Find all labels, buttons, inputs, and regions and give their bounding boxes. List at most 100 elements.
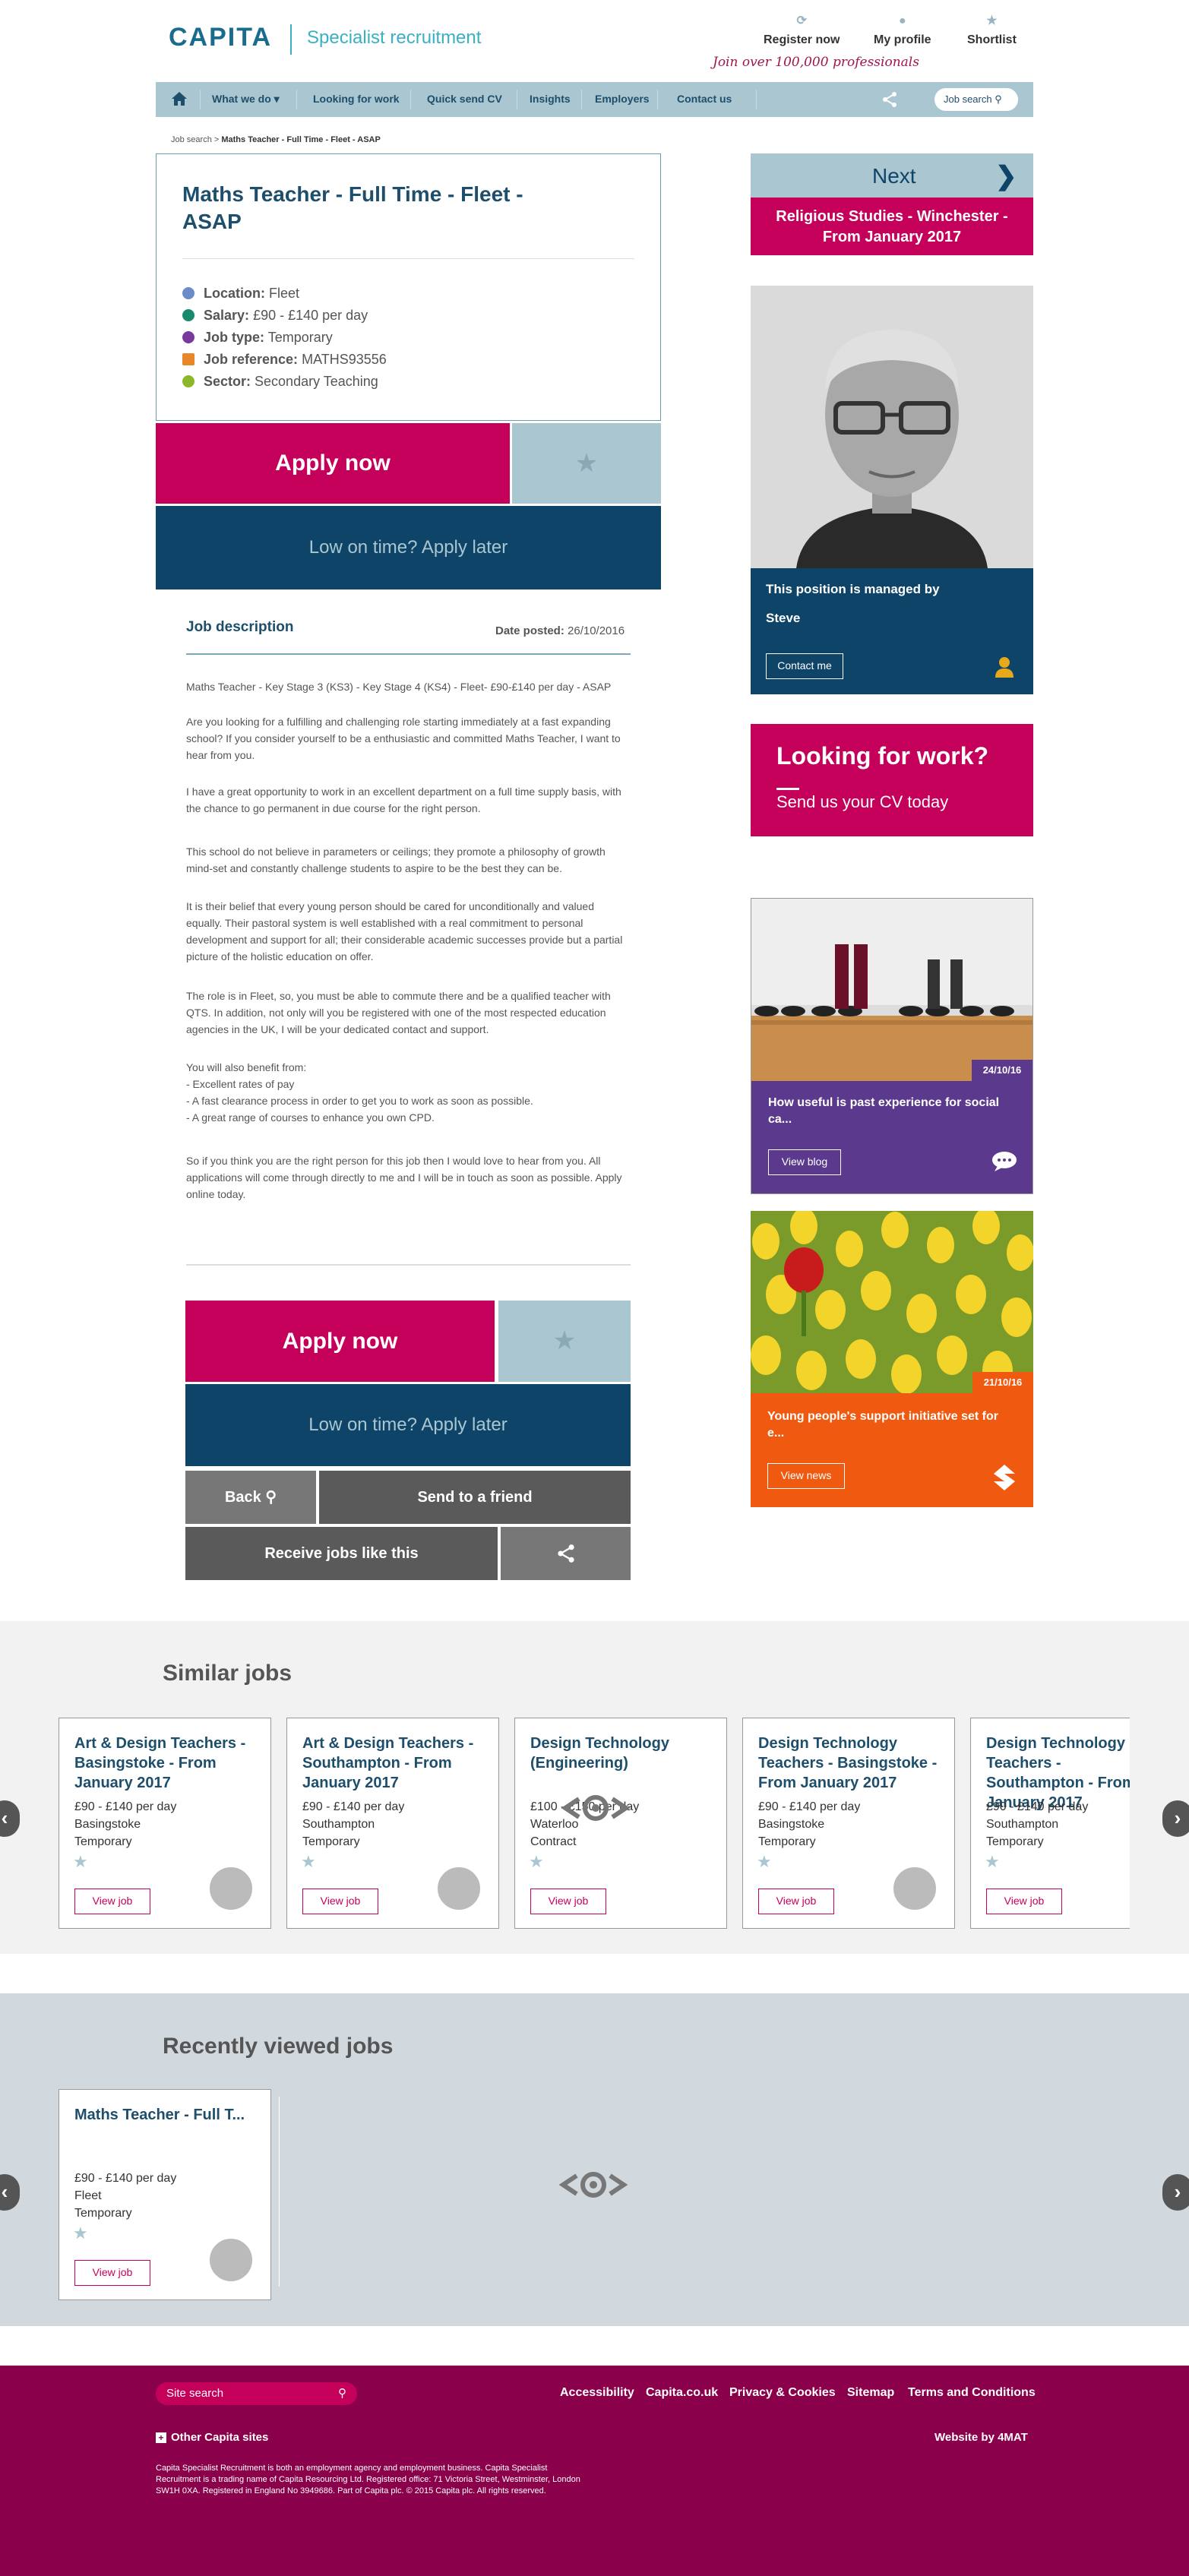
job-search-button[interactable]: Job search ⚲ xyxy=(934,88,1018,111)
similar-job-card[interactable]: Design Technology Teachers - Southampton… xyxy=(970,1718,1130,1929)
avatar xyxy=(208,2237,254,2283)
search-icon: ⚲ xyxy=(338,2387,346,2400)
capita-logo[interactable]: CAPITA xyxy=(169,23,272,52)
blog-date: 24/10/16 xyxy=(972,1060,1032,1081)
avatar xyxy=(436,1866,482,1911)
promo-rule xyxy=(776,788,799,790)
date-posted: Date posted: 26/10/2016 xyxy=(495,624,625,637)
loading-spinner-icon xyxy=(558,2172,628,2198)
job-card-type: Contract xyxy=(530,1835,577,1848)
footer-link-terms[interactable]: Terms and Conditions xyxy=(908,2386,1036,2400)
nav-what-we-do[interactable]: What we do ▾ xyxy=(212,93,280,106)
home-icon[interactable] xyxy=(171,91,188,106)
job-title: Maths Teacher - Full Time - Fleet - ASAP xyxy=(182,182,523,233)
looking-for-work-promo[interactable]: Looking for work? Send us your CV today xyxy=(751,724,1033,836)
apply-now-button-bottom[interactable]: Apply now xyxy=(185,1301,495,1382)
description-paragraph: Are you looking for a fulfilling and cha… xyxy=(186,716,621,761)
job-card-salary: £90 - £140 per day xyxy=(986,1800,1089,1813)
manager-name: Steve xyxy=(766,611,801,625)
job-card-salary: £90 - £140 per day xyxy=(74,1800,177,1813)
job-card-title[interactable]: Design Technology Teachers - Basingstoke… xyxy=(758,1734,941,1793)
view-job-button[interactable]: View job xyxy=(986,1889,1062,1914)
register-link[interactable]: ⟳ Register now xyxy=(764,15,840,47)
news-card: 21/10/16 Young people's support initiati… xyxy=(751,1211,1033,1507)
star-icon[interactable]: ★ xyxy=(529,1852,544,1872)
star-icon[interactable]: ★ xyxy=(757,1852,772,1872)
nav-contact-us[interactable]: Contact us xyxy=(677,93,732,105)
carousel-next-button[interactable]: › xyxy=(1162,1800,1189,1837)
similar-job-card[interactable]: Design Technology (Engineering) £100 - £… xyxy=(514,1718,727,1929)
similar-jobs-heading: Similar jobs xyxy=(163,1661,293,1686)
next-job-title[interactable]: Religious Studies - Winchester - From Ja… xyxy=(751,198,1033,255)
chevron-right-icon: › xyxy=(1174,2180,1181,2203)
view-job-button[interactable]: View job xyxy=(74,2260,150,2286)
breadcrumb: Job search > Maths Teacher - Full Time -… xyxy=(171,135,381,144)
job-card-type: Temporary xyxy=(74,1835,132,1848)
recent-job-card[interactable]: Maths Teacher - Full T... £90 - £140 per… xyxy=(59,2089,271,2300)
news-title[interactable]: Young people's support initiative set fo… xyxy=(767,1408,1010,1442)
breadcrumb-root[interactable]: Job search xyxy=(171,135,212,144)
job-card-title[interactable]: Design Technology (Engineering) xyxy=(530,1734,713,1773)
job-card-salary: £90 - £140 per day xyxy=(302,1800,405,1813)
divider xyxy=(182,258,634,259)
job-card-title[interactable]: Art & Design Teachers - Southampton - Fr… xyxy=(302,1734,485,1793)
job-card-title[interactable]: Maths Teacher - Full T... xyxy=(74,2105,257,2125)
description-paragraph: I have a great opportunity to work in an… xyxy=(186,785,621,814)
website-credit[interactable]: Website by 4MAT xyxy=(934,2431,1028,2444)
description-paragraph: Maths Teacher - Key Stage 3 (KS3) - Key … xyxy=(186,681,612,693)
job-card-salary: £90 - £140 per day xyxy=(758,1800,861,1813)
footer-link-accessibility[interactable]: Accessibility xyxy=(560,2386,634,2400)
manager-panel: This position is managed by Steve Contac… xyxy=(751,568,1033,694)
similar-job-card[interactable]: Art & Design Teachers - Basingstoke - Fr… xyxy=(59,1718,271,1929)
legal-text: Capita Specialist Recruitment is both an… xyxy=(156,2464,580,2495)
profile-link[interactable]: ● My profile xyxy=(874,15,931,47)
site-search-input[interactable]: Site search ⚲ xyxy=(156,2382,357,2405)
nav-looking-for-work[interactable]: Looking for work xyxy=(313,93,400,105)
next-job-button[interactable]: Next ❯ xyxy=(751,153,1033,198)
send-to-friend-button[interactable]: Send to a friend xyxy=(319,1471,631,1524)
description-paragraph: So if you think you are the right person… xyxy=(186,1155,622,1200)
receive-jobs-button[interactable]: Receive jobs like this xyxy=(185,1527,498,1580)
view-job-button[interactable]: View job xyxy=(530,1889,606,1914)
view-job-button[interactable]: View job xyxy=(302,1889,378,1914)
nav-quick-send-cv[interactable]: Quick send CV xyxy=(427,93,502,105)
footer-link-sitemap[interactable]: Sitemap xyxy=(847,2386,894,2400)
view-news-button[interactable]: View news xyxy=(767,1463,845,1489)
star-icon: ★ xyxy=(552,1326,577,1355)
carousel-next-button[interactable]: › xyxy=(1162,2174,1189,2211)
share-button[interactable] xyxy=(501,1527,631,1580)
logo-divider xyxy=(290,24,292,55)
star-icon[interactable]: ★ xyxy=(301,1852,316,1872)
apply-later-button-bottom[interactable]: Low on time? Apply later xyxy=(185,1384,631,1466)
share-icon[interactable] xyxy=(881,91,898,108)
job-card-location: Fleet xyxy=(74,2189,102,2202)
apply-now-button[interactable]: Apply now xyxy=(156,423,510,504)
profile-icon: ● xyxy=(898,14,906,27)
shortlist-star-button-bottom[interactable]: ★ xyxy=(498,1301,631,1382)
job-card-title[interactable]: Art & Design Teachers - Basingstoke - Fr… xyxy=(74,1734,257,1793)
similar-job-card[interactable]: Design Technology Teachers - Basingstoke… xyxy=(742,1718,955,1929)
reference-icon xyxy=(182,353,194,365)
back-button[interactable]: Back ⚲ xyxy=(185,1471,316,1524)
similar-job-card[interactable]: Art & Design Teachers - Southampton - Fr… xyxy=(286,1718,499,1929)
view-blog-button[interactable]: View blog xyxy=(768,1149,841,1175)
job-type: Job type: Temporary xyxy=(182,330,333,346)
contact-me-button[interactable]: Contact me xyxy=(766,653,843,679)
footer-link-capita[interactable]: Capita.co.uk xyxy=(646,2386,718,2400)
other-capita-sites[interactable]: + Other Capita sites xyxy=(156,2431,268,2444)
blog-title[interactable]: How useful is past experience for social… xyxy=(768,1095,1011,1128)
view-job-button[interactable]: View job xyxy=(758,1889,834,1914)
shortlist-link[interactable]: ★ Shortlist xyxy=(967,15,1017,47)
nav-insights[interactable]: Insights xyxy=(530,93,571,105)
nav-employers[interactable]: Employers xyxy=(595,93,650,105)
chevron-right-icon: › xyxy=(1174,1806,1181,1829)
star-icon[interactable]: ★ xyxy=(73,2224,88,2243)
promo-title: Looking for work? xyxy=(776,742,989,770)
star-icon[interactable]: ★ xyxy=(73,1852,88,1872)
shortlist-star-button[interactable]: ★ xyxy=(512,423,661,504)
footer-link-privacy[interactable]: Privacy & Cookies xyxy=(729,2386,836,2400)
description-paragraph: You will also benefit from: - Excellent … xyxy=(186,1061,533,1124)
star-icon[interactable]: ★ xyxy=(985,1852,1000,1872)
view-job-button[interactable]: View job xyxy=(74,1889,150,1914)
apply-later-button[interactable]: Low on time? Apply later xyxy=(156,506,661,589)
